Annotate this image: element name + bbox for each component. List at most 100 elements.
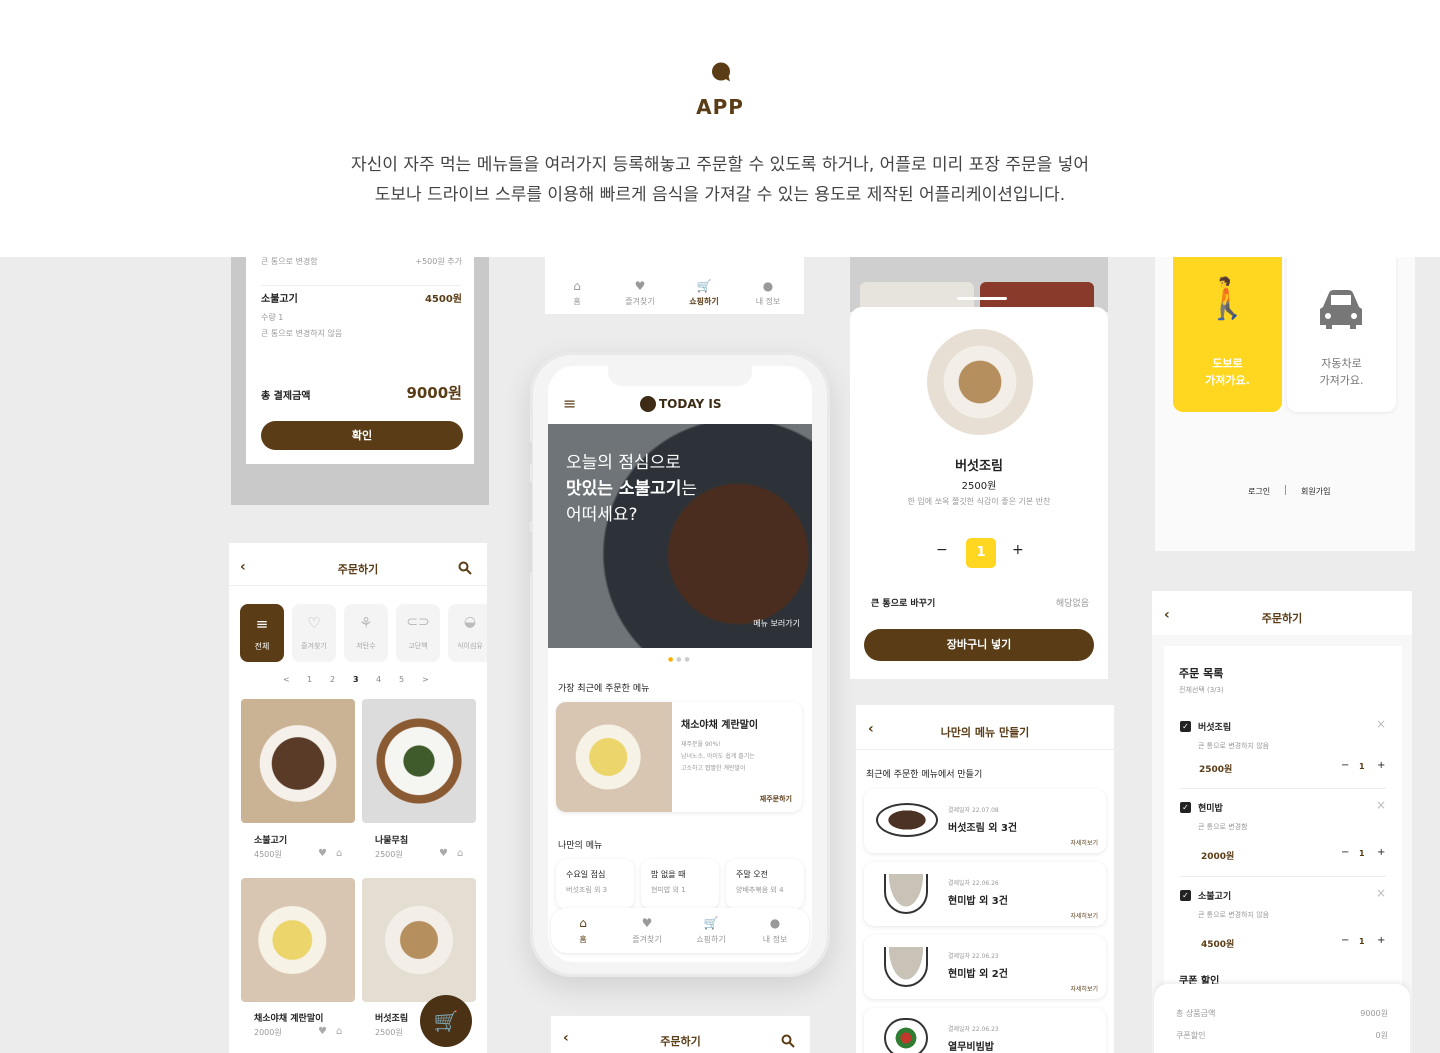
order-history-row[interactable]: 결제일자 22.06.26 현미밥 외 3건 자세히보기 xyxy=(864,862,1106,926)
tab-favorite[interactable]: 즐겨찾기 xyxy=(620,296,660,307)
qty-plus-button[interactable]: + xyxy=(1377,847,1385,858)
phone-button xyxy=(528,532,532,572)
option-text: 큰 통으로 변경함 xyxy=(261,257,318,266)
search-icon[interactable] xyxy=(781,1034,795,1048)
detail-link[interactable]: 자세히보기 xyxy=(1070,911,1098,920)
basket-icon[interactable]: ⌂ xyxy=(457,848,463,859)
item-name: 소불고기 xyxy=(254,836,288,846)
category-label: 전체 xyxy=(254,642,270,651)
walking-person-icon: 🚶 xyxy=(1202,276,1253,322)
phone-screen: ≡ TODAY IS 오늘의 점심으로 맛있는 소불고기는 어떠세요? 메뉴 보… xyxy=(548,366,812,962)
walk-label: 도보로 xyxy=(1212,357,1243,370)
category-favorite[interactable]: ♡ 즐겨찾기 xyxy=(292,604,336,662)
hamburger-menu-icon[interactable]: ≡ xyxy=(563,394,576,413)
page-link[interactable]: 4 xyxy=(376,675,381,684)
detail-link[interactable]: 자세히보기 xyxy=(1070,838,1098,847)
remove-icon[interactable]: × xyxy=(1376,717,1386,731)
recent-menu-card[interactable]: 채소야채 계란말이 재주문율 90%! 남녀노소, 아이도 쉽게 즐기는 고소하… xyxy=(556,702,802,812)
tab-home[interactable]: 홈 xyxy=(557,296,597,307)
page-link[interactable]: 1 xyxy=(307,675,312,684)
carousel-dots[interactable]: ●●● xyxy=(668,656,693,663)
walk-option[interactable]: 🚶 도보로 가져가요. xyxy=(1173,257,1282,412)
signup-link[interactable]: 회원가입 xyxy=(1301,486,1330,497)
page-link[interactable]: 2 xyxy=(330,675,335,684)
heart-icon[interactable]: ♥ xyxy=(620,279,660,293)
section-title: APP xyxy=(696,95,744,119)
user-icon[interactable]: ● xyxy=(755,916,795,930)
remove-icon[interactable]: × xyxy=(1376,798,1386,812)
order-history-row[interactable]: 결제일자 22.06.23 현미밥 외 2건 자세히보기 xyxy=(864,935,1106,999)
qty-value: 1 xyxy=(1359,937,1365,946)
remove-icon[interactable]: × xyxy=(1376,886,1386,900)
order-history-row[interactable]: 결제일자 22.06.23 열무비빔밥 xyxy=(864,1008,1106,1053)
hero-link[interactable]: 메뉴 보러가기 xyxy=(753,618,800,629)
my-menu-card[interactable]: 주말 오전 양배추볶음 외 4 xyxy=(726,859,804,909)
order-date: 결제일자 22.06.23 xyxy=(948,1026,999,1033)
tab-home[interactable]: 홈 xyxy=(563,934,603,945)
checkbox-checked-icon[interactable]: ✓ xyxy=(1180,721,1191,732)
qty-minus-button[interactable]: − xyxy=(1341,935,1349,946)
cart-fab-button[interactable]: 🛒 xyxy=(420,995,472,1047)
cart-icon[interactable]: 🛒 xyxy=(691,916,731,930)
qty-value[interactable]: 1 xyxy=(966,538,996,568)
page-next[interactable]: > xyxy=(422,675,429,684)
order-date: 결제일자 22.06.26 xyxy=(948,880,999,887)
cart-icon[interactable]: 🛒 xyxy=(684,279,724,293)
add-to-cart-button[interactable]: 장바구니 넣기 xyxy=(864,629,1094,661)
user-icon[interactable]: ● xyxy=(748,279,788,293)
option-select[interactable]: 해당없음 xyxy=(1056,596,1089,609)
food-image-mushroom[interactable] xyxy=(362,878,476,1002)
qty-minus-button[interactable]: − xyxy=(1341,847,1349,858)
car-option[interactable]: 자동차로 가져가요. xyxy=(1287,257,1396,412)
heart-icon[interactable]: ♥ xyxy=(627,916,667,930)
my-menu-title: 수요일 점심 xyxy=(566,870,606,879)
tab-shop[interactable]: 쇼핑하기 xyxy=(684,296,724,307)
tab-favorite[interactable]: 즐겨찾기 xyxy=(627,934,667,945)
category-all[interactable]: ≡ 전체 xyxy=(240,604,284,662)
qty-plus-button[interactable]: + xyxy=(1377,935,1385,946)
home-icon[interactable]: ⌂ xyxy=(557,279,597,293)
my-menu-sub: 버섯조림 외 3 xyxy=(566,886,608,894)
my-menu-card[interactable]: 밥 없을 때 현미밥 외 1 xyxy=(641,859,719,909)
cart-item-name: 소불고기 xyxy=(1198,892,1232,902)
page-prev[interactable]: < xyxy=(283,675,290,684)
tab-shop[interactable]: 쇼핑하기 xyxy=(691,934,731,945)
home-icon[interactable]: ⌂ xyxy=(563,916,603,930)
divider xyxy=(1180,876,1386,877)
tab-profile[interactable]: 내 정보 xyxy=(755,934,795,945)
cart-item-name: 현미밥 xyxy=(1198,804,1223,814)
basket-icon[interactable]: ⌂ xyxy=(336,1026,342,1037)
hero-banner[interactable]: 오늘의 점심으로 맛있는 소불고기는 어떠세요? 메뉴 보러가기 xyxy=(548,424,812,648)
category-fiber[interactable]: ◒ 식이섬유 xyxy=(448,604,487,662)
category-protein[interactable]: ⊂⊃ 고단백 xyxy=(396,604,440,662)
page-header: APP 자신이 자주 먹는 메뉴들을 여러가지 등록해놓고 주문할 수 있도록 … xyxy=(0,0,1440,257)
select-all[interactable]: 전체선택 (3/3) xyxy=(1179,685,1224,695)
checkbox-checked-icon[interactable]: ✓ xyxy=(1180,802,1191,813)
tab-profile[interactable]: 내 정보 xyxy=(748,296,788,307)
reorder-button[interactable]: 재주문하기 xyxy=(760,794,792,804)
login-link[interactable]: 로그인 xyxy=(1248,486,1270,497)
logo-icon xyxy=(640,396,656,412)
detail-link[interactable]: 자세히보기 xyxy=(1070,984,1098,993)
qty-plus-button[interactable]: + xyxy=(1012,542,1024,558)
food-image-eggroll[interactable] xyxy=(241,878,355,1002)
confirm-button[interactable]: 확인 xyxy=(261,421,463,450)
sheet-handle[interactable] xyxy=(957,297,1007,300)
heart-icon[interactable]: ♥ xyxy=(318,1026,327,1037)
category-lowcarb[interactable]: ⚘ 저탄수 xyxy=(344,604,388,662)
page-link[interactable]: 5 xyxy=(399,675,404,684)
order-history-row[interactable]: 결제일자 22.07.08 버섯조림 외 3건 자세히보기 xyxy=(864,789,1106,853)
qty-minus-button[interactable]: − xyxy=(936,542,948,558)
search-icon[interactable] xyxy=(458,561,472,575)
mockup-stage: 큰 통으로 변경함 +500원 추가 소불고기 4500원 수량 1 큰 통으로… xyxy=(0,257,1440,1053)
qty-minus-button[interactable]: − xyxy=(1341,760,1349,771)
page-current[interactable]: 3 xyxy=(353,675,359,684)
checkbox-checked-icon[interactable]: ✓ xyxy=(1180,890,1191,901)
qty-plus-button[interactable]: + xyxy=(1377,760,1385,771)
my-menu-card[interactable]: 수요일 점심 버섯조림 외 3 xyxy=(556,859,634,909)
basket-icon[interactable]: ⌂ xyxy=(336,848,342,859)
heart-icon[interactable]: ♥ xyxy=(439,848,448,859)
food-image-bulgogi[interactable] xyxy=(241,699,355,823)
food-image-namul[interactable] xyxy=(362,699,476,823)
heart-icon[interactable]: ♥ xyxy=(318,848,327,859)
